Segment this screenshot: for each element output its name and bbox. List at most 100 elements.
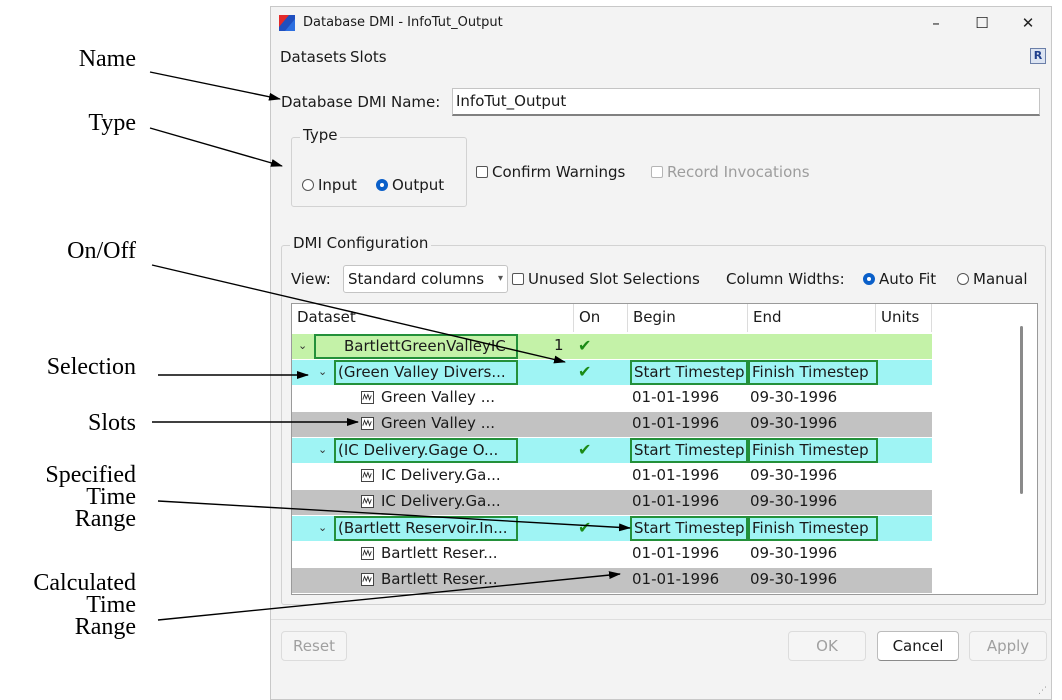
series-slot-icon xyxy=(361,573,374,586)
database-dmi-window: Database DMI - InfoTut_Output – ☐ ✕ Data… xyxy=(270,6,1052,700)
slot-row[interactable]: Green Valley ... 01-01-1996 09-30-1996 xyxy=(292,412,932,437)
column-header-on[interactable]: On xyxy=(574,304,628,332)
begin-cell[interactable]: Start Timestep xyxy=(630,360,748,385)
slot-row[interactable]: Bartlett Reser... 01-01-1996 09-30-1996 xyxy=(292,542,932,567)
selection-name-cell[interactable]: (IC Delivery.Gage O... xyxy=(334,438,518,463)
output-radio[interactable]: Output xyxy=(376,176,444,194)
riverware-app-icon xyxy=(279,15,295,31)
slot-name-cell[interactable]: IC Delivery.Ga... xyxy=(381,490,531,515)
series-slot-icon xyxy=(361,469,374,482)
callout-slots: Slots xyxy=(87,410,136,436)
view-select-value: Standard columns xyxy=(348,270,485,288)
on-check-icon[interactable]: ✔ xyxy=(578,334,600,359)
series-slot-icon xyxy=(361,391,374,404)
selection-row[interactable]: ⌄ (Bartlett Reservoir.In... ✔ Start Timeste… xyxy=(292,516,932,541)
menu-slots[interactable]: Slots xyxy=(350,48,387,66)
on-check-icon[interactable]: ✔ xyxy=(578,516,600,541)
ok-button[interactable]: OK xyxy=(788,631,866,661)
begin-cell[interactable]: 01-01-1996 xyxy=(630,464,750,489)
selection-name-cell[interactable]: (Bartlett Reservoir.In... xyxy=(334,516,518,541)
menu-bar: Datasets Slots R xyxy=(271,45,1051,71)
begin-cell[interactable]: Start Timestep xyxy=(630,516,748,541)
record-invocations-checkbox: Record Invocations xyxy=(651,163,810,181)
dmi-name-label: Database DMI Name: xyxy=(281,93,441,111)
slot-row[interactable]: Bartlett Reser... 01-01-1996 09-30-1996 xyxy=(292,568,932,593)
end-cell[interactable]: 09-30-1996 xyxy=(748,542,880,567)
callout-on-off: On/Off xyxy=(67,238,136,264)
close-button[interactable]: ✕ xyxy=(1005,7,1051,39)
window-title: Database DMI - InfoTut_Output xyxy=(303,15,503,30)
selection-row[interactable]: ⌄ (Green Valley Divers... ✔ Start Timestep F… xyxy=(292,360,932,385)
slot-name-cell[interactable]: Green Valley ... xyxy=(381,412,531,437)
input-radio-label: Input xyxy=(318,176,357,194)
auto-fit-radio-indicator xyxy=(863,273,875,285)
reset-button[interactable]: Reset xyxy=(281,631,347,661)
dmi-dataset-table: Dataset On Begin End Units ⌄ BartlettGree… xyxy=(291,303,1038,595)
callout-selection: Selection xyxy=(46,354,136,380)
on-check-icon[interactable]: ✔ xyxy=(578,438,600,463)
view-select[interactable]: Standard columns ▾ xyxy=(343,265,508,293)
slot-name-cell[interactable]: Bartlett Reser... xyxy=(381,568,531,593)
cancel-button[interactable]: Cancel xyxy=(877,631,959,661)
record-invocations-label: Record Invocations xyxy=(667,163,810,181)
resize-grip-icon[interactable]: ⋰ xyxy=(1038,686,1048,696)
end-cell[interactable]: 09-30-1996 xyxy=(748,568,880,593)
selection-name-cell[interactable]: (Green Valley Divers... xyxy=(334,360,518,385)
dataset-name-cell[interactable]: BartlettGreenValleyIC xyxy=(314,334,518,359)
begin-cell[interactable]: Start Timestep xyxy=(630,438,748,463)
manual-radio[interactable]: Manual xyxy=(957,270,1028,288)
slot-name-cell[interactable]: IC Delivery.Ga... xyxy=(381,464,531,489)
begin-cell[interactable]: 01-01-1996 xyxy=(630,568,750,593)
expand-chevron-icon[interactable]: ⌄ xyxy=(318,438,327,461)
slot-name-cell[interactable]: Bartlett Reser... xyxy=(381,542,531,567)
begin-cell[interactable]: 01-01-1996 xyxy=(630,386,750,411)
end-cell[interactable]: 09-30-1996 xyxy=(748,386,880,411)
slot-row[interactable]: Green Valley ... 01-01-1996 09-30-1996 xyxy=(292,386,932,411)
dmi-window-icon[interactable]: R xyxy=(1030,48,1046,64)
begin-cell[interactable]: 01-01-1996 xyxy=(630,412,750,437)
column-header-dataset[interactable]: Dataset xyxy=(292,304,574,332)
series-slot-icon xyxy=(361,495,374,508)
apply-button[interactable]: Apply xyxy=(969,631,1047,661)
type-group-title: Type xyxy=(300,126,341,144)
menu-datasets[interactable]: Datasets xyxy=(280,48,347,66)
expand-chevron-icon[interactable]: ⌄ xyxy=(318,516,327,539)
maximize-button[interactable]: ☐ xyxy=(959,7,1005,39)
record-invocations-box xyxy=(651,166,663,178)
end-cell[interactable]: 09-30-1996 xyxy=(748,464,880,489)
slot-name-cell[interactable]: Green Valley ... xyxy=(381,386,531,411)
selection-row[interactable]: ⌄ (IC Delivery.Gage O... ✔ Start Timestep Fi… xyxy=(292,438,932,463)
begin-cell[interactable]: 01-01-1996 xyxy=(630,490,750,515)
expand-chevron-icon[interactable]: ⌄ xyxy=(318,360,327,383)
callout-name: Name xyxy=(78,46,136,72)
vertical-scrollbar[interactable] xyxy=(1020,326,1023,494)
auto-fit-label: Auto Fit xyxy=(879,270,937,288)
end-cell[interactable]: Finish Timestep xyxy=(748,516,878,541)
end-cell[interactable]: Finish Timestep xyxy=(748,438,878,463)
end-cell[interactable]: 09-30-1996 xyxy=(748,412,880,437)
chevron-down-icon: ▾ xyxy=(497,273,503,284)
minimize-button[interactable]: – xyxy=(913,7,959,39)
slot-row[interactable]: IC Delivery.Ga... 01-01-1996 09-30-1996 xyxy=(292,490,932,515)
unused-slot-selections-checkbox[interactable]: Unused Slot Selections xyxy=(512,270,700,288)
confirm-warnings-checkbox[interactable]: Confirm Warnings xyxy=(476,163,625,181)
unused-slot-selections-label: Unused Slot Selections xyxy=(528,270,700,288)
dmi-name-input[interactable]: InfoTut_Output xyxy=(452,88,1040,116)
input-radio[interactable]: Input xyxy=(302,176,357,194)
begin-cell[interactable]: 01-01-1996 xyxy=(630,542,750,567)
column-header-end[interactable]: End xyxy=(748,304,876,332)
type-group: Type Input Output xyxy=(291,126,467,207)
callout-specified-time-range: Specified Time Range xyxy=(45,462,136,532)
column-header-units[interactable]: Units xyxy=(876,304,932,332)
column-header-begin[interactable]: Begin xyxy=(628,304,748,332)
button-separator xyxy=(271,619,1051,620)
dataset-row[interactable]: ⌄ BartlettGreenValleyIC 1 ✔ xyxy=(292,334,932,359)
slot-row[interactable]: IC Delivery.Ga... 01-01-1996 09-30-1996 xyxy=(292,464,932,489)
auto-fit-radio[interactable]: Auto Fit xyxy=(863,270,936,288)
manual-label: Manual xyxy=(973,270,1028,288)
end-cell[interactable]: 09-30-1996 xyxy=(748,490,880,515)
end-cell[interactable]: Finish Timestep xyxy=(748,360,878,385)
expand-chevron-icon[interactable]: ⌄ xyxy=(298,334,307,357)
callout-type: Type xyxy=(88,110,136,136)
on-check-icon[interactable]: ✔ xyxy=(578,360,600,385)
